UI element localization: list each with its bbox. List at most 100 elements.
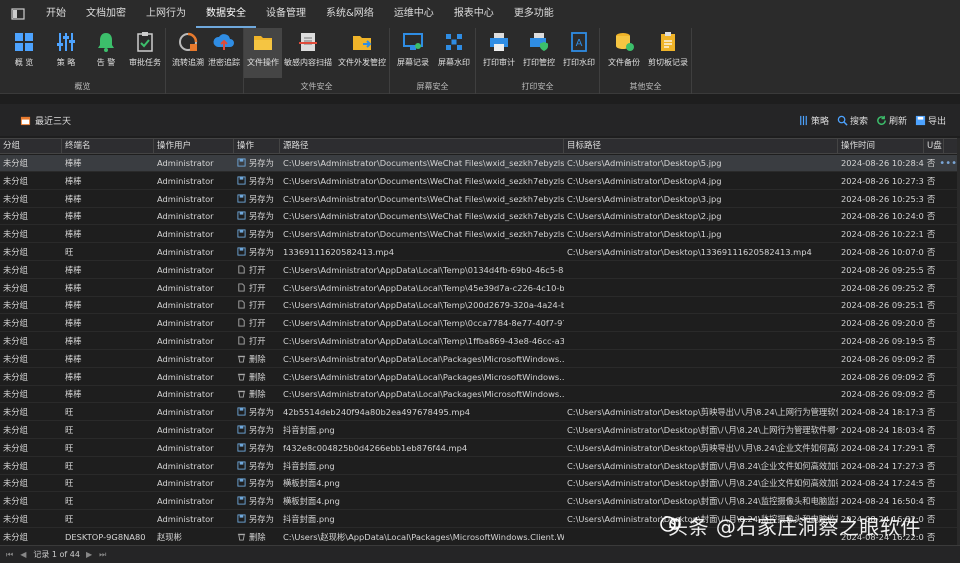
- cell-user: Administrator: [157, 300, 214, 311]
- export-button[interactable]: 导出: [915, 114, 946, 127]
- cell-source-path: C:\Users\Administrator\AppData\Local\Tem…: [283, 282, 564, 293]
- menu-device-mgmt[interactable]: 设备管理: [256, 0, 316, 28]
- menu-system-network[interactable]: 系统&网络: [316, 0, 384, 28]
- operation-label: 打开: [249, 300, 266, 311]
- file-backup-button[interactable]: 文件备份: [604, 28, 644, 78]
- cell-group: 未分组: [3, 193, 28, 204]
- search-icon: [837, 115, 848, 126]
- screen-watermark-button[interactable]: 屏幕水印: [434, 28, 474, 78]
- table-row[interactable]: 未分组 棒棒 Administrator 另存为 C:\Users\Administra…: [0, 208, 960, 226]
- overview-button[interactable]: 概 览: [6, 28, 42, 78]
- first-page-icon[interactable]: ⏮: [6, 550, 14, 560]
- cell-source-path: 42b5514deb240f94a80b2ea497678495.mp4: [283, 407, 471, 418]
- cell-operation: 另存为: [234, 244, 280, 261]
- date-range-selector[interactable]: 最近三天: [0, 114, 71, 127]
- last-page-icon[interactable]: ⏭: [99, 550, 107, 560]
- table-row[interactable]: 未分组 棒棒 Administrator 打开 C:\Users\Administrat…: [0, 315, 960, 333]
- cell-time: 2024-08-26 10:28:49: [841, 158, 924, 168]
- cell-operation: 打开: [234, 280, 280, 297]
- table-row[interactable]: 未分组 棒棒 Administrator 删除 C:\Users\Administrat…: [0, 386, 960, 404]
- menu-doc-encrypt[interactable]: 文档加密: [76, 0, 136, 28]
- cell-user: Administrator: [157, 318, 214, 329]
- next-page-icon[interactable]: ▶: [86, 550, 93, 559]
- header-terminal[interactable]: 终端名: [62, 139, 154, 154]
- more-options-icon[interactable]: •••: [939, 155, 957, 172]
- save-as-icon: [237, 194, 246, 203]
- table-row[interactable]: 未分组 棒棒 Administrator 另存为 C:\Users\Administra…: [0, 191, 960, 208]
- menu-ops-center[interactable]: 运维中心: [384, 0, 444, 28]
- cell-terminal: 棒棒: [65, 175, 82, 186]
- alert-button[interactable]: 告 警: [88, 28, 124, 78]
- flow-trace-button[interactable]: 流转追溯: [170, 28, 206, 78]
- table-row[interactable]: 未分组 旺 Administrator 另存为 抖音封面.png C:\Users\Adm…: [0, 458, 960, 475]
- sensitive-scan-button[interactable]: 敏感内容扫描: [284, 28, 332, 78]
- table-row[interactable]: 未分组 棒棒 Administrator 打开 C:\Users\Administrat…: [0, 262, 960, 279]
- table-row[interactable]: 未分组 旺 Administrator 另存为 f432e8c004825b0d4266…: [0, 440, 960, 457]
- cell-terminal: 棒棒: [65, 229, 82, 240]
- cell-usb: 否: [927, 229, 936, 240]
- cell-group: 未分组: [3, 514, 28, 524]
- header-user[interactable]: 操作用户: [154, 139, 234, 154]
- cell-source-path: C:\Users\Administrator\Documents\WeChat …: [283, 229, 564, 240]
- menu-web-behavior[interactable]: 上网行为: [136, 0, 196, 28]
- table-row[interactable]: 未分组 棒棒 Administrator 另存为 C:\Users\Administra…: [0, 173, 960, 190]
- table-row[interactable]: 未分组 棒棒 Administrator 打开 C:\Users\Administrat…: [0, 280, 960, 297]
- header-operation[interactable]: 操作: [234, 139, 280, 154]
- cell-source-path: 抖音封面.png: [283, 460, 335, 471]
- table-row[interactable]: 未分组 旺 Administrator 另存为 13369111620582413.mp…: [0, 244, 960, 261]
- header-operation-time[interactable]: 操作时间: [838, 139, 924, 154]
- cell-group: 未分组: [3, 211, 28, 222]
- cell-terminal: 旺: [65, 425, 74, 435]
- policy-button[interactable]: 策 略: [48, 28, 84, 78]
- screen-record-button[interactable]: 屏幕记录: [394, 28, 432, 78]
- table-row[interactable]: 未分组 棒棒 Administrator 打开 C:\Users\Administrat…: [0, 333, 960, 350]
- cell-time: 2024-08-26 09:20:05: [841, 318, 924, 329]
- header-usb[interactable]: U盘: [924, 139, 944, 154]
- search-button[interactable]: 搜索: [837, 114, 868, 127]
- cell-time: 2024-08-26 10:27:32: [841, 175, 924, 186]
- clipboard-record-button[interactable]: 剪切板记录: [646, 28, 690, 78]
- table-row[interactable]: 未分组 旺 Administrator 另存为 抖音封面.png C:\Users\Adm…: [0, 422, 960, 439]
- document-a-icon: A: [571, 32, 587, 52]
- table-row[interactable]: 未分组 旺 Administrator 另存为 横板封面4.png C:\Users\Ad…: [0, 493, 960, 511]
- prev-page-icon[interactable]: ◀: [20, 550, 27, 559]
- delete-icon: [237, 391, 246, 398]
- print-audit-button[interactable]: 打印审计: [480, 28, 518, 78]
- print-control-button[interactable]: 打印管控: [520, 28, 558, 78]
- cell-terminal: 棒棒: [65, 318, 82, 329]
- menu-bar: 开始 文档加密 上网行为 数据安全 设备管理 系统&网络 运维中心 报表中心 更…: [0, 0, 960, 28]
- header-group[interactable]: 分组: [0, 139, 62, 154]
- table-row[interactable]: 未分组 旺 Administrator 另存为 42b5514deb240f94a80b…: [0, 404, 960, 422]
- filter-toolbar: 最近三天 策略 搜索 刷新 导出: [0, 104, 960, 136]
- app-menu-icon[interactable]: [0, 8, 36, 20]
- file-outbound-control-button[interactable]: 文件外发管控: [336, 28, 388, 78]
- operation-label: 打开: [249, 282, 266, 293]
- menu-start[interactable]: 开始: [36, 0, 76, 28]
- save-icon: [915, 115, 926, 125]
- menu-report-center[interactable]: 报表中心: [444, 0, 504, 28]
- table-row[interactable]: 未分组 棒棒 Administrator 删除 C:\Users\Administrat…: [0, 351, 960, 368]
- leak-trace-button[interactable]: 泄密追踪: [206, 28, 242, 78]
- table-row[interactable]: 未分组 棒棒 Administrator 删除 C:\Users\Administrat…: [0, 369, 960, 386]
- table-row[interactable]: 未分组 旺 Administrator 另存为 横板封面4.png C:\Users\Ad…: [0, 475, 960, 493]
- menu-more[interactable]: 更多功能: [504, 0, 564, 28]
- menu-data-security[interactable]: 数据安全: [196, 0, 256, 28]
- file-operation-button[interactable]: 文件操作: [244, 28, 282, 78]
- refresh-button[interactable]: 刷新: [876, 114, 907, 127]
- cell-group: 未分组: [3, 389, 28, 400]
- approval-task-button[interactable]: 审批任务: [126, 28, 164, 78]
- cell-user: Administrator: [157, 264, 214, 275]
- cell-time: 2024-08-26 09:09:22: [841, 389, 924, 400]
- table-row[interactable]: 未分组 棒棒 Administrator 另存为 C:\Users\Administra…: [0, 155, 960, 172]
- ribbon-group-other-security: 文件备份 剪切板记录 其他安全: [600, 28, 692, 94]
- header-target-path[interactable]: 目标路径: [564, 139, 838, 154]
- header-source-path[interactable]: 源路径: [280, 139, 564, 154]
- open-file-icon: [238, 318, 245, 327]
- print-watermark-button[interactable]: A 打印水印: [560, 28, 598, 78]
- cell-user: Administrator: [157, 229, 214, 240]
- table-row[interactable]: 未分组 棒棒 Administrator 另存为 C:\Users\Administra…: [0, 226, 960, 244]
- table-row[interactable]: 未分组 棒棒 Administrator 打开 C:\Users\Administrat…: [0, 297, 960, 315]
- strategy-button[interactable]: 策略: [798, 114, 829, 127]
- delete-icon: [237, 373, 246, 381]
- cell-source-path: 抖音封面.png: [283, 425, 335, 435]
